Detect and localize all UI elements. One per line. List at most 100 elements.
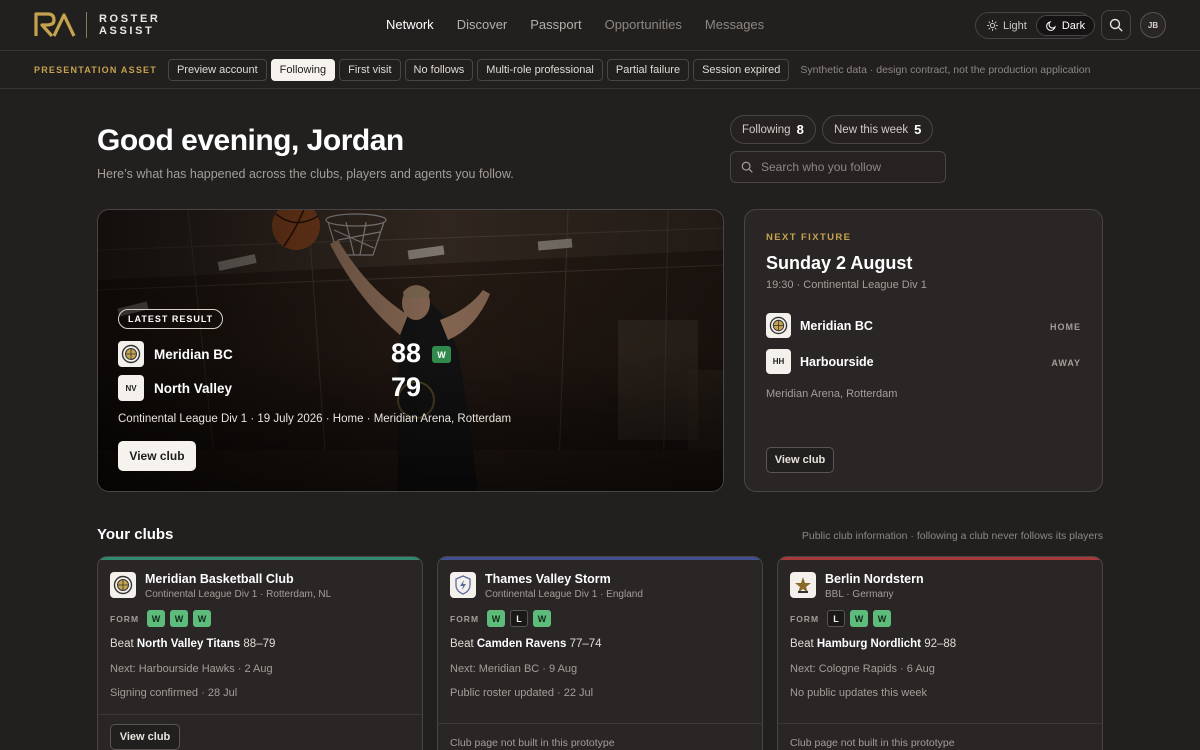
storm-shield-crest-icon	[450, 572, 476, 598]
state-chip-first-visit[interactable]: First visit	[339, 58, 401, 81]
state-chip-following[interactable]: Following	[270, 58, 336, 81]
club-card-footer	[438, 723, 762, 724]
away-team-row: NV North Valley	[118, 375, 232, 401]
new-this-week-pill[interactable]: New this week 5	[822, 115, 934, 144]
club-page-unavailable-note: Club page not built in this prototype	[790, 737, 955, 749]
page-title: Good evening, Jordan	[97, 124, 404, 157]
club-last-result: Beat Hamburg Nordlicht 92–88	[790, 638, 956, 650]
form-result-chip: L	[510, 610, 529, 627]
state-chip-session-expired[interactable]: Session expired	[693, 58, 790, 81]
state-chip-preview-account[interactable]: Preview account	[167, 58, 267, 81]
theme-dark-label: Dark	[1061, 19, 1086, 32]
club-league: Continental League Div 1 · Rotterdam, NL	[145, 589, 332, 600]
form-result-chip: W	[147, 610, 166, 627]
new-this-week-label: New this week	[834, 123, 909, 136]
harbourside-crest: HH	[766, 349, 791, 374]
club-card-berlin-nordstern[interactable]: Berlin Nordstern BBL · Germany FORM L W …	[777, 556, 1103, 750]
club-card-footer	[778, 723, 1102, 724]
next-fixture-date: Sunday 2 August	[766, 253, 913, 273]
club-header: Berlin Nordstern BBL · Germany	[790, 572, 924, 600]
form-result-chip: W	[850, 610, 869, 627]
form-result-chip: W	[193, 610, 212, 627]
state-chip-multi-role[interactable]: Multi-role professional	[477, 58, 603, 81]
club-page-unavailable-note: Club page not built in this prototype	[450, 737, 615, 749]
following-count-pill[interactable]: Following 8	[730, 115, 816, 144]
theme-light-button[interactable]: Light	[978, 15, 1036, 36]
meridian-crest-icon	[766, 313, 791, 338]
following-label: Following	[742, 123, 791, 136]
club-card-thames-valley[interactable]: Thames Valley Storm Continental League D…	[437, 556, 763, 750]
club-latest-update: Signing confirmed · 28 Jul	[110, 687, 238, 699]
home-team-row: Meridian BC	[118, 341, 233, 367]
home-team-name: Meridian BC	[154, 346, 233, 362]
theme-dark-button[interactable]: Dark	[1035, 15, 1096, 36]
form-label: FORM	[110, 613, 140, 624]
brand-name: ROSTER ASSIST	[99, 13, 160, 37]
follow-search-input[interactable]	[761, 160, 931, 174]
home-score: 88	[391, 338, 422, 368]
presentation-state-bar: PRESENTATION ASSET Preview account Follo…	[0, 51, 1200, 89]
nav-item-opportunities[interactable]: Opportunities	[605, 17, 682, 32]
club-view-club-button[interactable]: View club	[110, 724, 180, 750]
form-result-chip: L	[827, 610, 846, 627]
result-prefix: Beat	[790, 638, 814, 650]
clubs-section-note: Public club information · following a cl…	[801, 530, 1103, 542]
club-card-meridian[interactable]: Meridian Basketball Club Continental Lea…	[97, 556, 423, 750]
latest-result-badge: LATEST RESULT	[118, 309, 224, 329]
club-last-result: Beat Camden Ravens 77–74	[450, 638, 602, 650]
user-avatar[interactable]: JB	[1140, 12, 1166, 38]
club-next-fixture: Next: Harbourside Hawks · 2 Aug	[110, 663, 273, 675]
club-name: Meridian Basketball Club	[145, 572, 294, 586]
global-search-button[interactable]	[1101, 10, 1131, 40]
form-label: FORM	[450, 613, 480, 624]
club-accent-bar	[438, 557, 762, 560]
form-result-chip: W	[487, 610, 506, 627]
clubs-section-title: Your clubs	[97, 526, 174, 543]
brand-name-line-1: ROSTER	[99, 13, 161, 25]
club-latest-update: Public roster updated · 22 Jul	[450, 687, 594, 699]
club-form-row: FORM W L W	[450, 610, 552, 627]
meridian-crest-icon	[110, 572, 136, 598]
search-icon	[741, 161, 753, 173]
main-nav: Network Discover Passport Opportunities …	[386, 17, 764, 32]
result-opponent: North Valley Titans	[136, 638, 241, 650]
result-score: 88–79	[243, 638, 276, 650]
nav-item-discover[interactable]: Discover	[457, 17, 508, 32]
form-label: FORM	[790, 613, 820, 624]
club-league: Continental League Div 1 · England	[485, 589, 643, 600]
theme-light-label: Light	[1003, 19, 1027, 32]
club-form-row: FORM W W W	[110, 610, 212, 627]
club-next-fixture: Next: Meridian BC · 9 Aug	[450, 663, 578, 675]
state-chip-no-follows[interactable]: No follows	[404, 58, 474, 81]
state-chip-partial-failure[interactable]: Partial failure	[606, 58, 690, 81]
nav-item-messages[interactable]: Messages	[705, 17, 764, 32]
result-opponent: Camden Ravens	[476, 638, 567, 650]
club-header: Thames Valley Storm Continental League D…	[450, 572, 643, 600]
result-score: 92–88	[924, 638, 957, 650]
club-last-result: Beat North Valley Titans 88–79	[110, 638, 275, 650]
club-name: Thames Valley Storm	[485, 572, 611, 586]
logo-divider	[86, 12, 87, 38]
nav-item-network[interactable]: Network	[386, 17, 434, 32]
fixture-away-name: Harbourside	[800, 354, 874, 369]
theme-toggle: Light Dark	[975, 12, 1096, 39]
result-score: 77–74	[569, 638, 602, 650]
result-opponent: Hamburg Nordlicht	[816, 638, 922, 650]
next-fixture-card: NEXT FIXTURE Sunday 2 August 19:30 · Con…	[744, 209, 1103, 492]
roster-assist-logo-icon	[34, 12, 76, 38]
fixture-view-club-button[interactable]: View club	[766, 447, 834, 473]
fixture-home-team: Meridian BC	[766, 313, 873, 338]
club-league: BBL · Germany	[825, 589, 894, 600]
club-next-fixture: Next: Cologne Rapids · 6 Aug	[790, 663, 935, 675]
away-team-name: North Valley	[154, 380, 233, 396]
club-header: Meridian Basketball Club Continental Lea…	[110, 572, 331, 600]
star-crest-icon	[790, 572, 816, 598]
win-badge: W	[432, 346, 451, 363]
brand-logo[interactable]: ROSTER ASSIST	[34, 12, 160, 38]
nav-item-passport[interactable]: Passport	[530, 17, 581, 32]
fixture-home-name: Meridian BC	[800, 318, 873, 333]
latest-result-view-club-button[interactable]: View club	[118, 441, 196, 471]
fixture-away-tag: AWAY	[1051, 358, 1081, 368]
sun-icon	[987, 20, 998, 31]
club-name: Berlin Nordstern	[825, 572, 924, 586]
